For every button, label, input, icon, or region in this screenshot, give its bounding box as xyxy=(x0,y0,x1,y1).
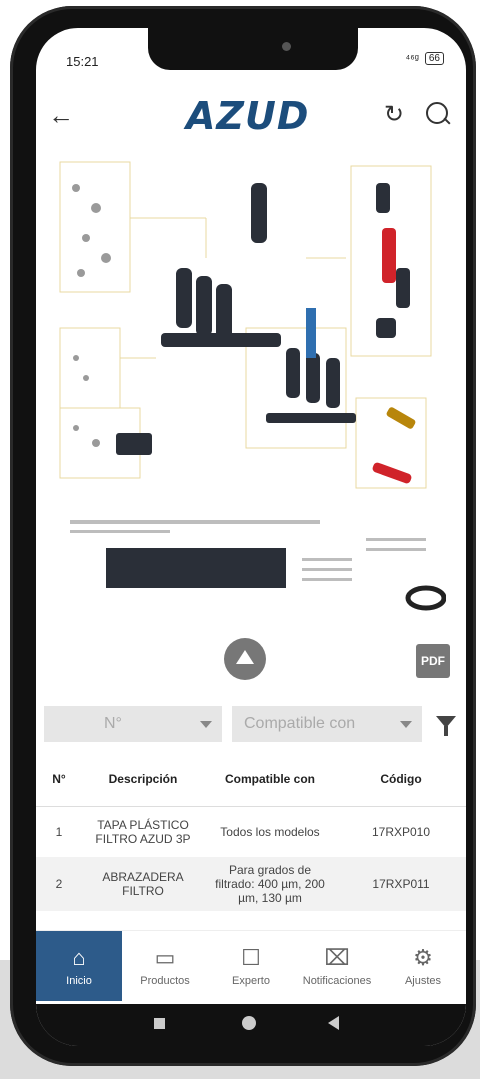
nav-item-ajustes[interactable]: ⚙ Ajustes xyxy=(380,931,466,1001)
system-navigation-bar xyxy=(36,1004,466,1046)
column-header-code: Código xyxy=(336,752,466,807)
compatible-filter-select[interactable]: Compatible con xyxy=(232,706,422,742)
scroll-up-button[interactable] xyxy=(224,638,266,680)
inbox-icon: ⌧ xyxy=(324,945,350,970)
status-indicators: ⁴⁶ᵍ 66 xyxy=(405,52,444,65)
cell-number: 1 xyxy=(55,825,63,839)
nav-label: Productos xyxy=(140,975,190,987)
column-header-compatible: Compatible con xyxy=(204,752,336,807)
column-header-number: N° xyxy=(36,752,82,807)
nav-item-notificaciones[interactable]: ⌧ Notificaciones xyxy=(294,931,380,1001)
top-bar: ← AZUD ↻ xyxy=(36,90,466,150)
home-icon: ⌂ xyxy=(72,945,86,970)
filter-bar: N° Compatible con xyxy=(36,702,466,746)
brand-logo: AZUD xyxy=(186,94,310,138)
nav-item-inicio[interactable]: ⌂ Inicio xyxy=(36,931,122,1001)
refresh-icon[interactable]: ↻ xyxy=(384,100,404,129)
cell-description: TAPA PLÁSTICO FILTRO AZUD 3P xyxy=(95,818,191,846)
cell-code: 17RXP011 xyxy=(336,857,466,911)
cell-compatible: Todos los modelos xyxy=(220,825,320,839)
chevron-down-icon xyxy=(400,721,412,728)
search-icon[interactable] xyxy=(426,102,448,124)
nav-label: Inicio xyxy=(66,975,92,987)
battery-icon: 66 xyxy=(424,52,444,65)
cell-compatible: Para grados de filtrado: 400 µm, 200 µm,… xyxy=(204,857,336,911)
number-filter-select[interactable]: N° xyxy=(44,706,222,742)
camera-notch xyxy=(148,28,358,70)
signal-icon: ⁴⁶ᵍ xyxy=(405,52,419,65)
recent-apps-icon[interactable] xyxy=(154,1018,165,1029)
box-icon: ▭ xyxy=(154,945,176,970)
nav-item-productos[interactable]: ▭ Productos xyxy=(122,931,208,1001)
cell-number: 2 xyxy=(36,857,82,911)
chevron-down-icon xyxy=(200,721,212,728)
camera-dot xyxy=(282,42,291,51)
filter-icon[interactable] xyxy=(436,716,456,736)
cell-description: ABRAZADERA FILTRO xyxy=(82,857,204,911)
chat-icon: ☐ xyxy=(241,945,261,970)
system-back-icon[interactable] xyxy=(328,1016,339,1030)
bottom-navigation: ⌂ Inicio ▭ Productos ☐ Experto ⌧ Notific… xyxy=(36,930,466,1001)
back-arrow-icon[interactable]: ← xyxy=(48,100,74,131)
table-header-row: N° Descripción Compatible con Código xyxy=(36,752,466,807)
pdf-download-button[interactable]: PDF xyxy=(416,644,450,678)
gear-icon: ⚙ xyxy=(413,945,433,970)
cell-code: 17RXP010 xyxy=(371,825,431,839)
nav-label: Notificaciones xyxy=(302,975,372,987)
nav-item-experto[interactable]: ☐ Experto xyxy=(208,931,294,1001)
nav-label: Experto xyxy=(232,975,270,987)
column-header-description: Descripción xyxy=(82,752,204,807)
table-row[interactable]: 1 TAPA PLÁSTICO FILTRO AZUD 3P Todos los… xyxy=(36,807,466,858)
exploded-diagram-image xyxy=(59,161,446,611)
nav-label: Ajustes xyxy=(404,975,442,987)
home-button-icon[interactable] xyxy=(242,1016,256,1030)
status-time: 15:21 xyxy=(66,54,99,69)
compatible-filter-label: Compatible con xyxy=(244,715,356,732)
table-row[interactable]: 2 ABRAZADERA FILTRO Para grados de filtr… xyxy=(36,857,466,911)
app-screen: 15:21 ⁴⁶ᵍ 66 ← AZUD ↻ PDF N° Compatible … xyxy=(36,28,466,1046)
number-filter-label: N° xyxy=(104,715,122,732)
phone-frame: 15:21 ⁴⁶ᵍ 66 ← AZUD ↻ PDF N° Compatible … xyxy=(10,6,476,1066)
